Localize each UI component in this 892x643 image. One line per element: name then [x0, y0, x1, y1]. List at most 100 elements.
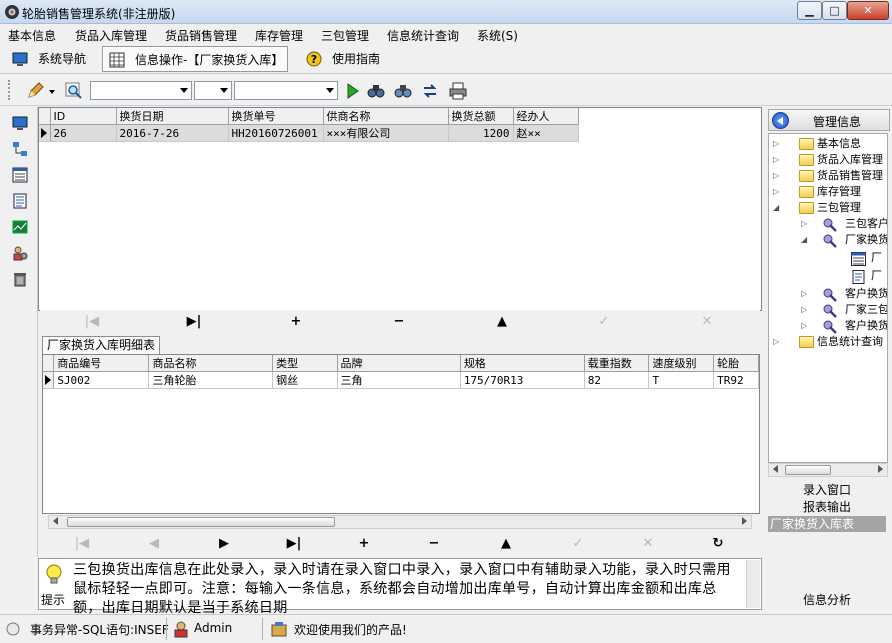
refresh-data-button[interactable]: ↻ — [708, 535, 728, 553]
scrollbar-thumb[interactable] — [67, 517, 335, 527]
last-record-button[interactable]: ▶| — [284, 535, 304, 553]
detail-grid[interactable]: 商品编号 商品名称 类型 品牌 规格 载重指数 速度级别 轮胎 SJ002 三角… — [42, 354, 760, 514]
column-header[interactable]: 换货总额 — [448, 108, 514, 125]
detail-horizontal-scrollbar[interactable] — [48, 515, 752, 529]
post-record-button[interactable]: ✓ — [594, 313, 614, 331]
scrollbar-thumb[interactable] — [785, 465, 831, 475]
tab-user-guide[interactable]: ? 使用指南 — [300, 46, 384, 72]
column-header[interactable]: 供商名称 — [323, 108, 449, 125]
filter-combo-2[interactable] — [194, 81, 232, 100]
master-grid[interactable]: ID 换货日期 换货单号 供商名称 换货总额 经办人 26 2016-7-26 … — [38, 107, 762, 311]
toolbar-grip[interactable] — [8, 80, 12, 100]
edit-record-button[interactable]: ▲ — [492, 313, 512, 331]
edit-record-button[interactable]: ▲ — [496, 535, 516, 553]
menu-inventory[interactable]: 库存管理 — [255, 27, 303, 44]
tree-horizontal-scrollbar[interactable] — [768, 463, 888, 477]
wrench-icon — [823, 304, 837, 318]
column-header[interactable]: 商品编号 — [53, 355, 150, 372]
magnifier-icon[interactable] — [65, 82, 83, 100]
last-record-button[interactable]: ▶| — [184, 313, 204, 331]
column-header[interactable]: 换货日期 — [116, 108, 229, 125]
users-settings-icon[interactable] — [12, 245, 28, 261]
column-header[interactable]: ID — [50, 108, 117, 125]
scroll-right-icon[interactable] — [742, 517, 747, 525]
minimize-button[interactable]: ▁ — [797, 1, 822, 20]
column-header[interactable]: 商品名称 — [148, 355, 274, 372]
table-cell[interactable]: 钢丝 — [272, 371, 338, 389]
table-cell[interactable]: 1200 — [448, 124, 514, 142]
pencil-dropdown-arrow-icon[interactable] — [49, 90, 55, 94]
document-icon[interactable] — [12, 193, 28, 209]
menu-sales[interactable]: 货品销售管理 — [165, 27, 237, 44]
post-record-button[interactable]: ✓ — [568, 535, 588, 553]
column-header[interactable]: 经办人 — [513, 108, 579, 125]
delete-record-button[interactable]: − — [424, 535, 444, 553]
table-cell[interactable]: 82 — [584, 371, 650, 389]
table-cell[interactable]: SJ002 — [53, 371, 150, 389]
close-button[interactable]: ✕ — [847, 1, 889, 20]
scroll-right-icon[interactable] — [878, 465, 883, 473]
menu-system[interactable]: 系统(S) — [477, 27, 518, 44]
menu-basic-info[interactable]: 基本信息 — [8, 27, 56, 44]
column-header[interactable]: 品牌 — [337, 355, 461, 372]
add-record-button[interactable]: + — [354, 535, 374, 553]
factory-exchange-report-button[interactable]: 厂家换货入库表 — [768, 516, 886, 532]
report-output-button[interactable]: 报表输出 — [768, 499, 886, 515]
scroll-left-icon[interactable] — [53, 517, 58, 525]
table-cell[interactable]: 26 — [50, 124, 117, 142]
scroll-left-icon[interactable] — [773, 465, 778, 473]
menu-statistics[interactable]: 信息统计查询 — [387, 27, 459, 44]
table-cell[interactable]: ×××有限公司 — [323, 124, 449, 142]
column-header[interactable]: 速度级别 — [648, 355, 715, 372]
chart-icon[interactable] — [12, 219, 28, 235]
table-row[interactable]: 26 2016-7-26 HH20160726001 ×××有限公司 1200 … — [39, 124, 579, 142]
filter-combo-3[interactable] — [234, 81, 338, 100]
column-header[interactable]: 载重指数 — [584, 355, 650, 372]
monitor-icon[interactable] — [12, 115, 28, 131]
maximize-button[interactable]: □ — [822, 1, 847, 20]
table-cell[interactable]: 赵×× — [513, 124, 579, 142]
play-icon[interactable] — [343, 82, 361, 100]
table-cell[interactable]: HH20160726001 — [228, 124, 324, 142]
next-record-button[interactable]: ▶ — [214, 535, 234, 553]
list-window-icon[interactable] — [12, 167, 28, 183]
table-cell[interactable]: 三角 — [337, 371, 461, 389]
first-record-button[interactable]: |◀ — [82, 313, 102, 331]
column-header[interactable]: 轮胎 — [713, 355, 759, 372]
column-header[interactable]: 换货单号 — [228, 108, 324, 125]
add-record-button[interactable]: + — [286, 313, 306, 331]
filter-combo-1[interactable] — [90, 81, 192, 100]
table-cell[interactable]: 2016-7-26 — [116, 124, 229, 142]
hint-vertical-scrollbar[interactable] — [746, 560, 760, 608]
column-header[interactable]: 类型 — [272, 355, 338, 372]
info-analysis-button[interactable]: 信息分析 — [768, 592, 886, 608]
table-cell[interactable]: 175/70R13 — [460, 371, 585, 389]
table-cell[interactable]: T — [648, 371, 715, 389]
current-row-arrow-icon — [41, 128, 47, 138]
print-icon[interactable] — [449, 82, 467, 100]
navigation-tree[interactable]: ▷ 基本信息 ▷ 货品入库管理 ▷ 货品销售管理 ▷ 库存管理 ◢ 三包管理 ▷ 三包客户 … — [768, 133, 888, 463]
first-record-button[interactable]: |◀ — [72, 535, 92, 553]
tab-system-nav[interactable]: 系统导航 — [6, 46, 98, 72]
prior-record-button[interactable]: ◀ — [144, 535, 164, 553]
trash-icon[interactable] — [12, 271, 28, 287]
cancel-record-button[interactable]: ✕ — [697, 313, 717, 331]
refresh-icon[interactable] — [421, 82, 439, 100]
find-next-icon[interactable] — [394, 82, 412, 100]
tab-detail-list[interactable]: 厂家换货入库明细表 — [42, 336, 161, 354]
find-binoculars-icon[interactable] — [367, 82, 385, 100]
menu-warranty[interactable]: 三包管理 — [321, 27, 369, 44]
tab-info-operation[interactable]: 信息操作-【厂家换货入库】 — [102, 46, 288, 72]
menu-stock-in[interactable]: 货品入库管理 — [75, 27, 147, 44]
delete-record-button[interactable]: − — [389, 313, 409, 331]
network-icon[interactable] — [12, 141, 28, 157]
table-cell[interactable]: 三角轮胎 — [148, 371, 274, 389]
collapse-panel-icon[interactable] — [772, 112, 789, 129]
column-header[interactable]: 规格 — [460, 355, 585, 372]
cancel-record-button[interactable]: ✕ — [638, 535, 658, 553]
entry-window-button[interactable]: 录入窗口 — [768, 482, 886, 498]
pencil-icon[interactable] — [26, 82, 44, 100]
table-row[interactable]: SJ002 三角轮胎 钢丝 三角 175/70R13 82 T TR92 — [43, 371, 759, 389]
master-navigator: |◀ ▶| + − ▲ ✓ ✕ — [40, 310, 760, 334]
table-cell[interactable]: TR92 — [713, 371, 759, 389]
